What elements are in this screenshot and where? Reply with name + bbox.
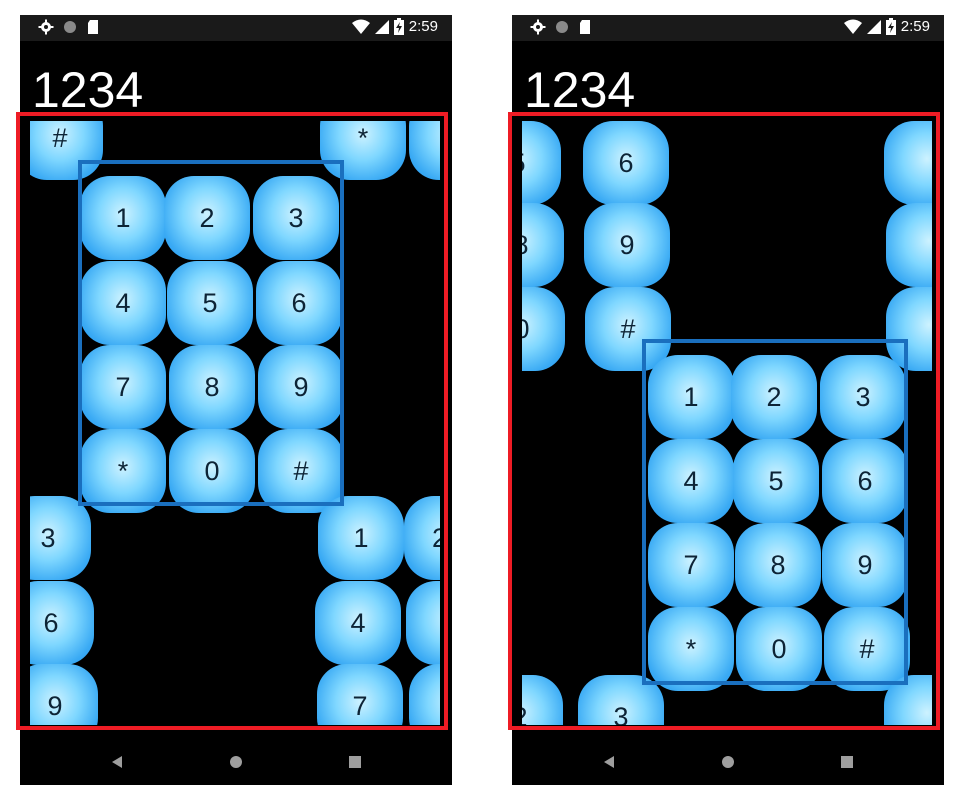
gear-icon	[38, 19, 54, 35]
keypad-key[interactable]	[409, 121, 440, 180]
sdcard-icon	[580, 20, 590, 34]
dialed-number-display: 1234	[32, 62, 144, 118]
navigation-bar	[512, 739, 944, 785]
keypad-key[interactable]	[409, 664, 440, 725]
gear-icon	[530, 19, 546, 35]
keypad-key[interactable]: 2	[522, 675, 563, 725]
keypad-key[interactable]: 4	[884, 121, 932, 205]
wifi-icon	[351, 19, 370, 34]
home-icon[interactable]	[698, 739, 758, 785]
status-bar: 2:59	[20, 15, 452, 41]
keypad-key[interactable]: 6	[30, 581, 94, 665]
sdcard-icon	[88, 20, 98, 34]
keypad-key[interactable]: 9	[30, 664, 98, 725]
keypad-key[interactable]	[406, 581, 440, 665]
battery-charging-icon	[885, 18, 896, 35]
battery-charging-icon	[393, 18, 404, 35]
blue-highlight-frame	[642, 339, 908, 685]
circle-icon	[64, 21, 76, 33]
back-icon[interactable]	[579, 739, 639, 785]
back-icon[interactable]	[87, 739, 147, 785]
keypad-key[interactable]: 4	[315, 581, 401, 665]
wifi-icon	[843, 19, 862, 34]
signal-icon	[374, 19, 389, 34]
keypad-key[interactable]: 7	[886, 203, 932, 287]
home-icon[interactable]	[206, 739, 266, 785]
keypad-key[interactable]: 9	[584, 203, 670, 287]
keypad-key[interactable]: 7	[317, 664, 403, 725]
keypad-key[interactable]: 0	[522, 287, 565, 371]
recents-icon[interactable]	[325, 739, 385, 785]
keypad-key[interactable]: 1	[318, 496, 404, 580]
blue-highlight-frame	[78, 160, 344, 506]
status-time: 2:59	[900, 18, 930, 35]
circle-icon	[556, 21, 568, 33]
keypad-key[interactable]: 5	[522, 121, 561, 205]
signal-icon	[866, 19, 881, 34]
keypad-key[interactable]: 2	[404, 496, 440, 580]
recents-icon[interactable]	[817, 739, 877, 785]
keypad-key[interactable]: 6	[583, 121, 669, 205]
dialed-number-display: 1234	[524, 62, 636, 118]
status-time: 2:59	[408, 18, 438, 35]
keypad-key[interactable]: 8	[522, 203, 564, 287]
status-bar: 2:59	[512, 15, 944, 41]
navigation-bar	[20, 739, 452, 785]
keypad-key[interactable]: 3	[30, 496, 91, 580]
